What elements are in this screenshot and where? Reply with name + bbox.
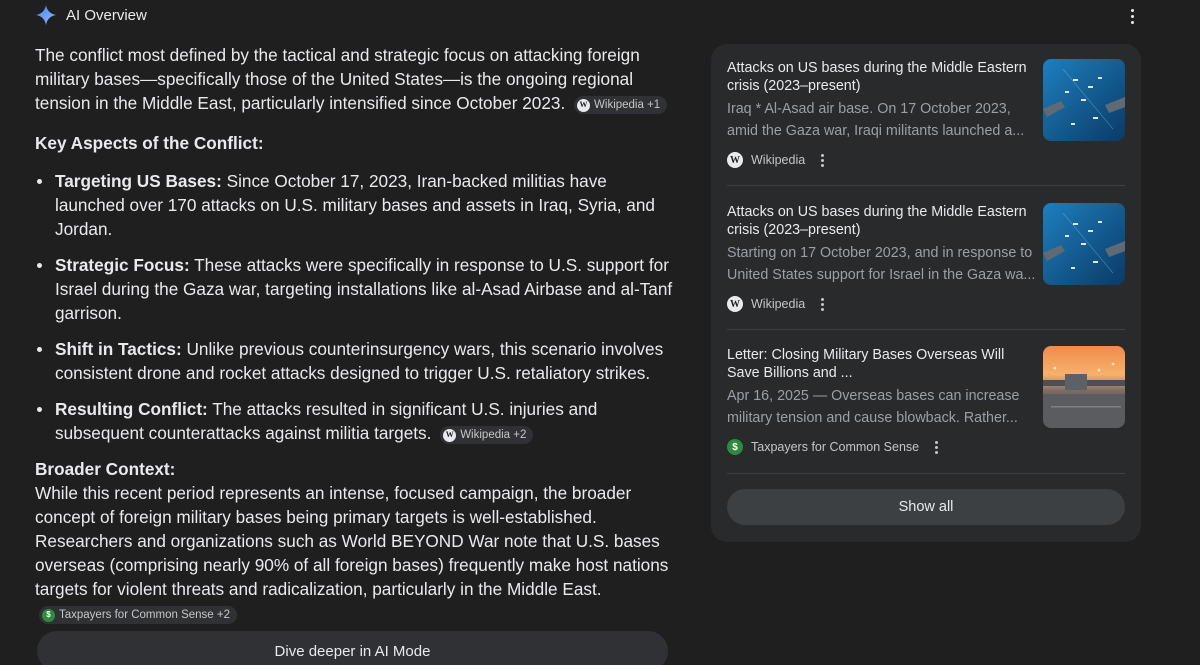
overview-body: The conflict most defined by the tactica…	[35, 43, 675, 625]
source-snippet: United States support for Israel in the …	[727, 267, 1036, 283]
list-item: Targeting US Bases: Since October 17, 20…	[35, 169, 675, 241]
more-vert-icon[interactable]	[817, 296, 827, 312]
military-base-sunset-image[interactable]	[1043, 346, 1125, 428]
broader-context: Broader Context: While this recent perio…	[35, 457, 675, 625]
citation-chip[interactable]: W Wikipedia +2	[440, 426, 534, 444]
source-snippet: Apr 16, 2025 — Overseas bases can increa…	[727, 388, 1020, 404]
intro-paragraph: The conflict most defined by the tactica…	[35, 43, 675, 115]
ai-overview-page: AI Overview The conflict most defined by…	[0, 0, 1200, 665]
more-vert-icon[interactable]	[931, 439, 941, 455]
source-attribution: W Wikipedia	[727, 152, 827, 168]
intro-text: The conflict most defined by the tactica…	[35, 45, 640, 113]
aspect-label: Resulting Conflict:	[55, 399, 208, 419]
citation-chip[interactable]: $ Taxpayers for Common Sense +2	[39, 606, 237, 624]
broader-context-text: While this recent period represents an i…	[35, 483, 669, 599]
taxpayers-icon: $	[727, 439, 743, 455]
wikipedia-icon: W	[727, 152, 743, 168]
citation-chip-label: Wikipedia +2	[460, 429, 527, 441]
divider	[727, 473, 1125, 474]
more-vert-icon[interactable]	[1124, 6, 1140, 26]
source-snippet: Iraq * Al-Asad air base. On 17 October 2…	[727, 101, 1011, 117]
list-item: Shift in Tactics: Unlike previous counte…	[35, 337, 675, 385]
broader-context-paragraph: While this recent period represents an i…	[35, 481, 675, 625]
divider	[727, 329, 1125, 330]
source-snippet: military tension and cause blowback. Rat…	[727, 410, 1018, 426]
more-vert-icon[interactable]	[817, 152, 827, 168]
broader-context-heading: Broader Context:	[35, 459, 176, 479]
source-attribution: $ Taxpayers for Common Sense	[727, 439, 941, 455]
show-all-button[interactable]: Show all	[727, 489, 1125, 525]
source-name: Wikipedia	[751, 297, 806, 311]
source-card[interactable]: Letter: Closing Military Bases Overseas …	[727, 346, 1125, 471]
source-name: Taxpayers for Common Sense	[751, 440, 920, 454]
naval-fleet-image[interactable]	[1043, 203, 1125, 285]
list-item: Strategic Focus: These attacks were spec…	[35, 253, 675, 325]
citation-chip-label: Taxpayers for Common Sense +2	[59, 609, 230, 621]
sources-panel: Attacks on US bases during the Middle Ea…	[711, 44, 1141, 542]
source-title[interactable]: Attacks on US bases during the Middle Ea…	[727, 203, 1032, 239]
taxpayers-icon: $	[42, 608, 55, 622]
source-name: Wikipedia	[751, 153, 806, 167]
source-title[interactable]: Letter: Closing Military Bases Overseas …	[727, 346, 1032, 382]
source-card[interactable]: Attacks on US bases during the Middle Ea…	[727, 203, 1125, 328]
aspect-label: Strategic Focus:	[55, 255, 190, 275]
wikipedia-icon: W	[443, 428, 457, 442]
naval-fleet-image[interactable]	[1043, 59, 1125, 141]
aspect-label: Shift in Tactics:	[55, 339, 182, 359]
citation-chip[interactable]: W Wikipedia +1	[574, 96, 668, 114]
key-aspects-heading: Key Aspects of the Conflict:	[35, 133, 264, 153]
divider	[727, 185, 1125, 186]
list-item: Resulting Conflict: The attacks resulted…	[35, 397, 675, 445]
ai-overview-title: AI Overview	[66, 6, 147, 24]
wikipedia-icon: W	[727, 296, 743, 312]
ai-overview-header: AI Overview	[35, 3, 147, 27]
source-snippet: Starting on 17 October 2023, and in resp…	[727, 245, 1033, 261]
wikipedia-icon: W	[577, 98, 591, 112]
source-attribution: W Wikipedia	[727, 296, 827, 312]
gemini-sparkle-icon	[35, 4, 57, 26]
source-title[interactable]: Attacks on US bases during the Middle Ea…	[727, 59, 1032, 95]
key-aspects-list: Targeting US Bases: Since October 17, 20…	[35, 169, 675, 445]
source-snippet: amid the Gaza war, Iraqi militants launc…	[727, 123, 1025, 139]
aspect-label: Targeting US Bases:	[55, 171, 222, 191]
dive-deeper-button[interactable]: Dive deeper in AI Mode	[37, 631, 668, 665]
citation-chip-label: Wikipedia +1	[594, 99, 661, 111]
source-card[interactable]: Attacks on US bases during the Middle Ea…	[727, 59, 1125, 184]
